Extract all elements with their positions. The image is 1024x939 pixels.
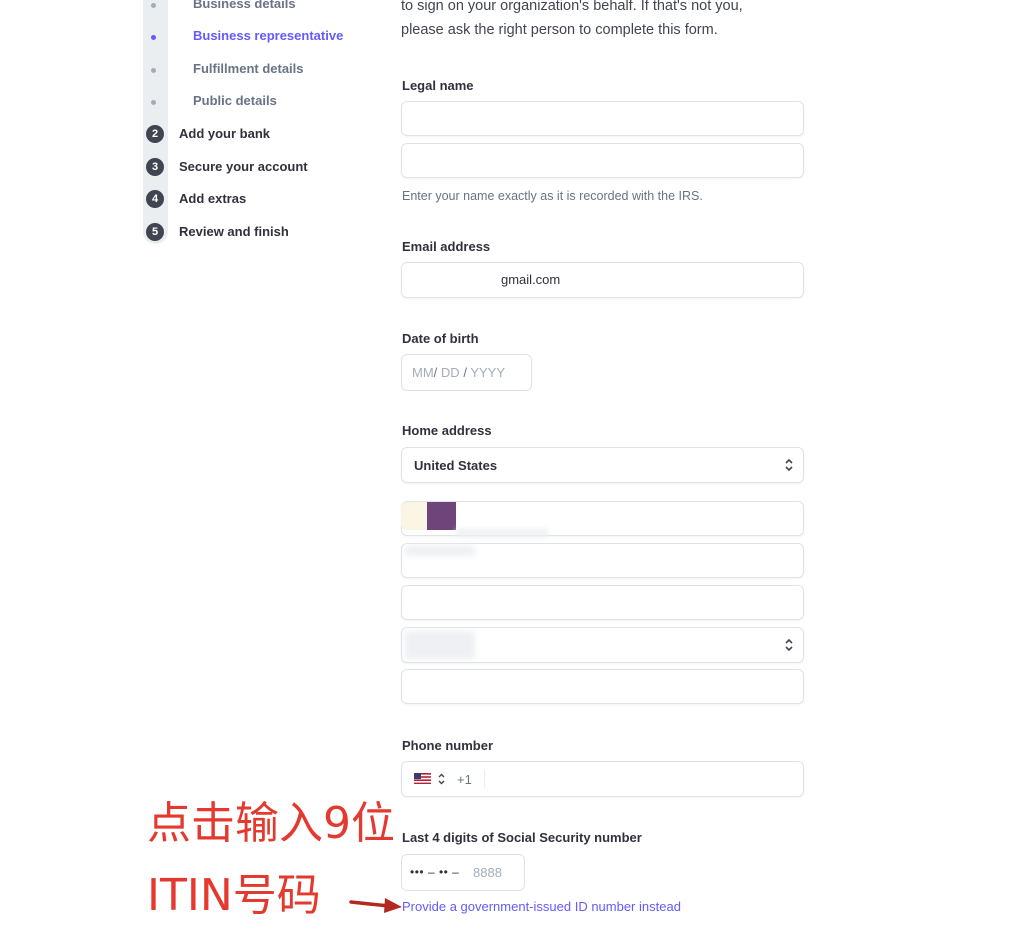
ssn-placeholder: 8888 [473, 865, 502, 880]
last-name-input[interactable] [401, 143, 804, 178]
substep-label: Fulfillment details [193, 61, 304, 76]
step-number-badge: 2 [146, 125, 164, 143]
phone-divider [484, 770, 485, 788]
annotation-line-1: 点击输入9位 [147, 798, 395, 849]
redacted-blur [456, 529, 548, 537]
email-label: Email address [402, 239, 491, 254]
substep-label: Business details [193, 0, 296, 11]
legal-name-help: Enter your name exactly as it is recorde… [402, 189, 703, 203]
substep-label: Public details [193, 93, 277, 108]
annotation-line-2: ITIN号码 [147, 870, 321, 921]
step-number-badge: 5 [146, 223, 164, 241]
step-review-and-finish[interactable]: 5 Review and finish [143, 222, 383, 244]
substep-dot [151, 3, 156, 8]
intro-line-1: to sign on your organization's behalf. I… [401, 0, 743, 14]
city-input[interactable] [401, 585, 804, 620]
substep-business-representative[interactable]: Business representative [143, 28, 373, 48]
substep-dot [151, 68, 156, 73]
step-number-badge: 3 [146, 158, 164, 176]
ssn-label: Last 4 digits of Social Security number [402, 830, 642, 845]
annotation-arrow-icon [349, 898, 402, 913]
substep-dot-active [151, 35, 156, 40]
step-label: Add your bank [179, 126, 271, 141]
dob-label: Date of birth [402, 331, 479, 346]
step-label: Review and finish [179, 224, 289, 239]
intro-text: to sign on your organization's behalf. I… [401, 0, 801, 42]
legal-name-label: Legal name [402, 78, 474, 93]
provide-id-link[interactable]: Provide a government-issued ID number in… [402, 899, 681, 914]
ssn-input[interactable]: ••• – •• – 8888 [401, 854, 525, 891]
substep-public-details[interactable]: Public details [143, 93, 373, 113]
country-value: United States [414, 458, 498, 473]
step-label: Add extras [179, 191, 247, 206]
redacted-blur [405, 546, 475, 556]
home-address-label: Home address [402, 423, 492, 438]
phone-country-code: +1 [457, 772, 472, 787]
dob-placeholder: MM/ DD / YYYY [412, 365, 506, 380]
redacted-block [427, 502, 456, 530]
first-name-input[interactable] [401, 101, 804, 136]
step-number-badge: 4 [146, 190, 164, 208]
country-code-chevron-icon[interactable] [437, 771, 446, 787]
ssn-mask: ••• – •• – [410, 865, 460, 879]
email-value: gmail.com [501, 272, 561, 287]
dob-input[interactable]: MM/ DD / YYYY [401, 354, 532, 391]
step-add-your-bank[interactable]: 2 Add your bank [143, 124, 383, 146]
redacted-blur [405, 631, 475, 659]
redacted-block [401, 502, 427, 530]
step-secure-your-account[interactable]: 3 Secure your account [143, 157, 383, 179]
select-chevron-icon [785, 458, 793, 472]
substep-label: Business representative [193, 28, 344, 43]
phone-input[interactable]: +1 [401, 761, 804, 797]
zip-input[interactable] [401, 669, 804, 704]
select-chevron-icon [785, 638, 793, 652]
substep-business-details[interactable]: Business details [143, 0, 373, 16]
intro-line-2: please ask the right person to complete … [401, 22, 718, 38]
step-label: Secure your account [179, 159, 308, 174]
step-add-extras[interactable]: 4 Add extras [143, 189, 383, 211]
substep-dot [151, 100, 156, 105]
phone-label: Phone number [402, 738, 494, 753]
email-input[interactable]: gmail.com [401, 262, 804, 298]
country-select[interactable]: United States [401, 447, 804, 483]
us-flag-icon [414, 773, 431, 784]
substep-fulfillment-details[interactable]: Fulfillment details [143, 61, 373, 81]
